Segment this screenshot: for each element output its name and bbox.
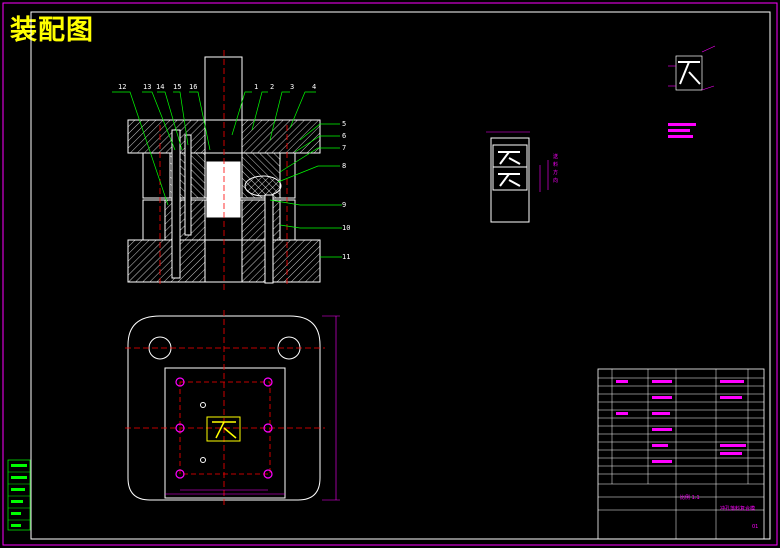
svg-text:向: 向 — [553, 177, 558, 184]
callout-6: 6 — [342, 132, 346, 140]
callout-3: 3 — [290, 83, 294, 91]
plan-view — [125, 310, 340, 505]
callout-12: 12 — [118, 83, 126, 91]
callout-14: 14 — [156, 83, 164, 91]
cad-sheet: 12 13 14 15 16 1 2 3 4 5 6 7 8 9 10 11 送… — [2, 2, 778, 546]
strip-layout: 送 料 方 向 — [486, 131, 558, 223]
svg-text:料: 料 — [553, 161, 558, 168]
drawing-name: 冲孔落料复合模 — [720, 505, 755, 512]
callout-4: 4 — [312, 83, 316, 91]
callout-11: 11 — [342, 253, 350, 261]
title-block: 冲孔落料复合模 比例 1:1 01 — [597, 368, 765, 540]
callout-15: 15 — [173, 83, 181, 91]
callout-7: 7 — [342, 144, 346, 152]
callout-8: 8 — [342, 162, 346, 170]
svg-text:送: 送 — [553, 153, 558, 160]
margin-stamp — [7, 459, 31, 531]
callout-5: 5 — [342, 120, 346, 128]
scale-label: 比例 1:1 — [680, 494, 700, 501]
svg-text:方: 方 — [553, 169, 558, 176]
callout-9: 9 — [342, 201, 346, 209]
callout-10: 10 — [342, 224, 350, 232]
drawing-canvas: 装配图 12 13 14 15 16 1 2 3 4 5 6 7 8 9 10 … — [0, 0, 780, 548]
callout-2: 2 — [270, 83, 274, 91]
center-punch — [206, 161, 241, 218]
callout-1: 1 — [254, 83, 258, 91]
callout-16: 16 — [189, 83, 197, 91]
punch-shank — [204, 56, 243, 122]
section-view: 12 13 14 15 16 1 2 3 4 5 6 7 8 9 10 11 — [112, 50, 350, 290]
part-view — [668, 45, 716, 138]
callout-13: 13 — [143, 83, 151, 91]
sheet-number: 01 — [752, 524, 758, 530]
